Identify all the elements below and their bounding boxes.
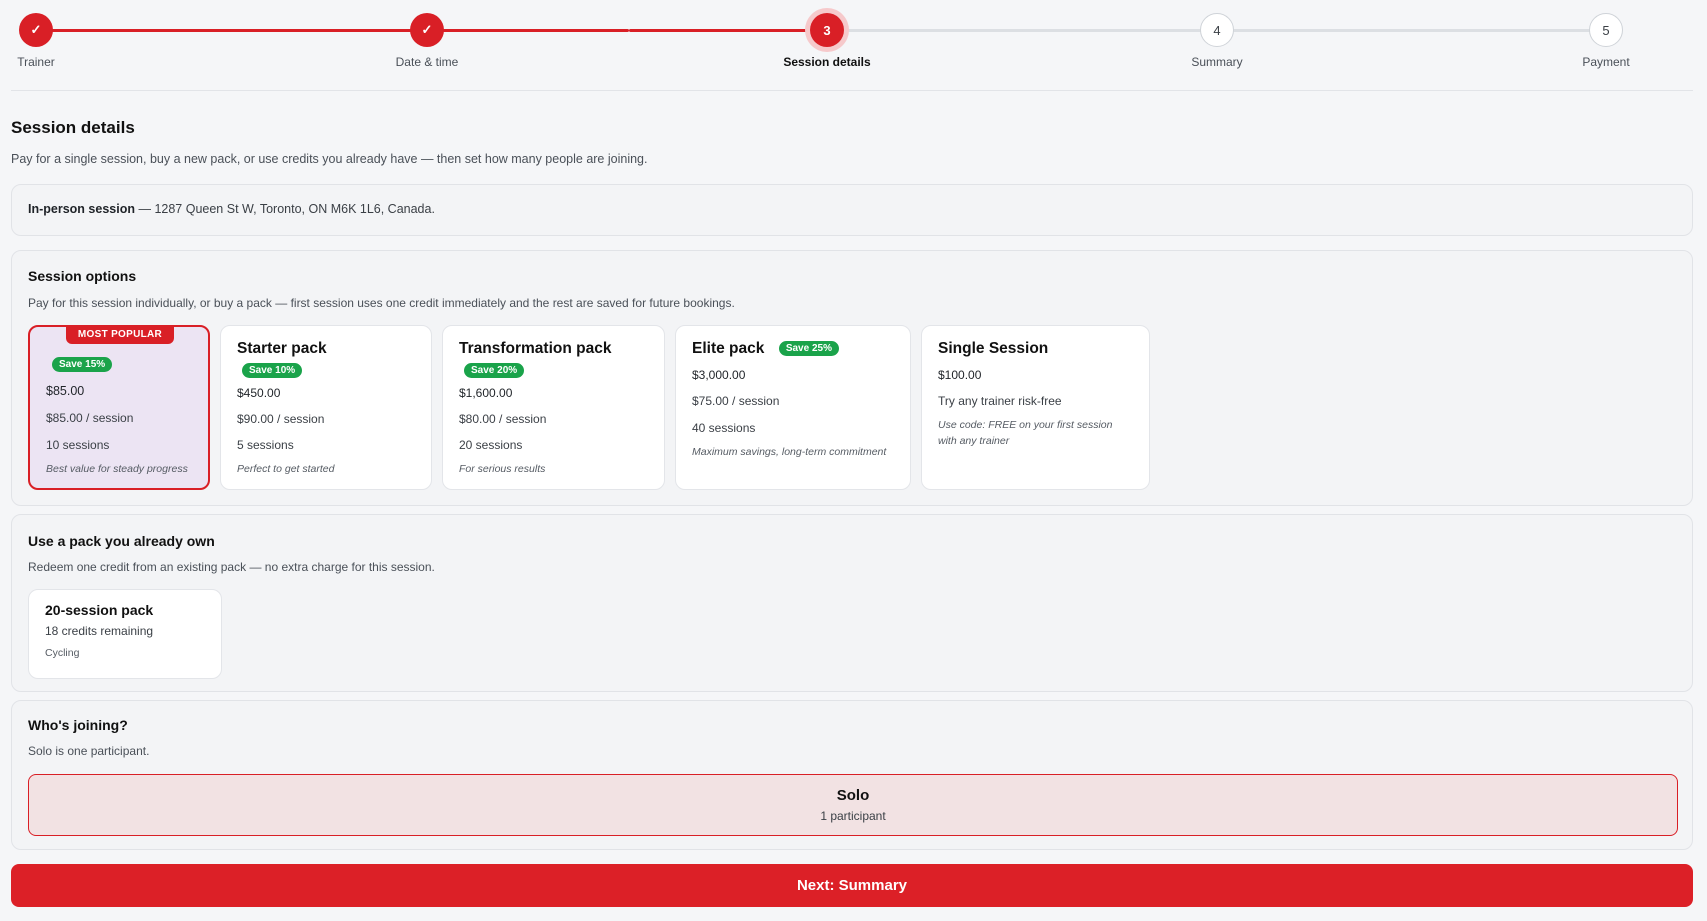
option-name: Starter pack <box>237 340 327 357</box>
option-per-session: $90.00 / session <box>237 412 325 426</box>
step-label: Session details <box>783 55 871 69</box>
page-subtitle: Pay for a single session, buy a new pack… <box>11 152 648 166</box>
step-payment[interactable]: 5 Payment <box>1526 13 1686 69</box>
section-title: Use a pack you already own <box>28 533 215 549</box>
save-badge: Save 20% <box>464 363 525 378</box>
option-sessions: 40 sessions <box>692 421 756 435</box>
joining-panel: Who's joining? Solo is one participant. … <box>11 700 1693 850</box>
option-price: $3,000.00 <box>692 368 746 382</box>
option-per-session: $80.00 / session <box>459 412 547 426</box>
step-number: 3 <box>810 13 844 47</box>
option-price: $85.00 <box>46 384 85 398</box>
check-icon: ✓ <box>410 13 444 47</box>
option-card-single-session[interactable]: Single Session $100.00 Try any trainer r… <box>921 325 1150 490</box>
pack-category: Cycling <box>45 647 80 659</box>
step-label: Summary <box>1191 55 1243 69</box>
save-badge: Save 25% <box>778 341 839 357</box>
option-card-starter-pack[interactable]: Starter pack Save 10% $450.00 $90.00 / s… <box>220 325 432 490</box>
option-name: Single Session <box>938 340 1049 357</box>
participant-option-name: Solo <box>836 787 870 804</box>
step-summary[interactable]: 4 Summary <box>1137 13 1297 69</box>
option-sessions: 5 sessions <box>237 438 294 452</box>
option-per-session: $85.00 / session <box>46 411 134 425</box>
option-note: Best value for steady progress <box>46 463 188 475</box>
option-card-elite-pack[interactable]: Elite pack Save 25% $3,000.00 $75.00 / s… <box>675 325 911 490</box>
step-trainer[interactable]: ✓ Trainer <box>0 13 116 69</box>
save-badge: Save 10% <box>242 363 303 378</box>
progress-stepper: ✓ Trainer ✓ Date & time 3 Session detail… <box>11 0 1693 91</box>
solo-option[interactable]: Solo 1 participant <box>28 774 1678 836</box>
section-subtitle: Pay for this session individually, or bu… <box>28 296 735 310</box>
step-number: 4 <box>1200 13 1234 47</box>
option-card-10-pack[interactable]: MOST POPULAR Save 15% $85.00 $85.00 / se… <box>28 325 210 490</box>
save-badge: Save 15% <box>52 357 113 372</box>
section-title: Who's joining? <box>28 717 128 733</box>
pack-credits: 18 credits remaining <box>45 624 154 638</box>
section-subtitle: Solo is one participant. <box>28 744 150 758</box>
owned-pack-card[interactable]: 20-session pack 18 credits remaining Cyc… <box>28 589 222 679</box>
option-note: For serious results <box>459 463 546 475</box>
participant-count: 1 participant <box>820 809 886 823</box>
option-note: Maximum savings, long-term commitment <box>692 446 887 458</box>
option-sessions: 10 sessions <box>46 438 110 452</box>
step-session-details[interactable]: 3 Session details <box>747 13 907 69</box>
step-date-time[interactable]: ✓ Date & time <box>347 13 507 69</box>
option-price: $1,600.00 <box>459 386 513 400</box>
check-icon: ✓ <box>19 13 53 47</box>
step-label: Payment <box>1582 55 1630 69</box>
session-options-panel: Session options Pay for this session ind… <box>11 250 1693 506</box>
option-price: $100.00 <box>938 368 982 382</box>
option-sessions: 20 sessions <box>459 438 523 452</box>
page-title: Session details <box>11 118 135 137</box>
option-note: Use code: FREE on your first session wit… <box>938 419 1113 447</box>
option-name: Transformation pack <box>459 340 612 357</box>
next-summary-button[interactable]: Next: Summary <box>11 864 1693 907</box>
session-type: In-person session <box>28 202 135 216</box>
step-label: Date & time <box>395 55 459 69</box>
option-tagline: Try any trainer risk-free <box>938 394 1062 408</box>
own-pack-panel: Use a pack you already own Redeem one cr… <box>11 514 1693 692</box>
booking-wizard: ✓ Trainer ✓ Date & time 3 Session detail… <box>11 0 1693 907</box>
step-label: Trainer <box>17 55 55 69</box>
location-panel: In-person session — 1287 Queen St W, Tor… <box>11 184 1693 236</box>
option-card-transformation-pack[interactable]: Transformation pack Save 20% $1,600.00 $… <box>442 325 665 490</box>
section-title: Session options <box>28 268 137 284</box>
option-note: Perfect to get started <box>237 463 335 475</box>
session-address: — 1287 Queen St W, Toronto, ON M6K 1L6, … <box>138 202 435 216</box>
section-subtitle: Redeem one credit from an existing pack … <box>28 560 435 574</box>
step-number: 5 <box>1589 13 1623 47</box>
option-per-session: $75.00 / session <box>692 394 780 408</box>
option-name: Elite pack <box>692 340 765 357</box>
pack-name: 20-session pack <box>45 602 154 618</box>
most-popular-flag: MOST POPULAR <box>66 325 174 344</box>
option-price: $450.00 <box>237 386 281 400</box>
